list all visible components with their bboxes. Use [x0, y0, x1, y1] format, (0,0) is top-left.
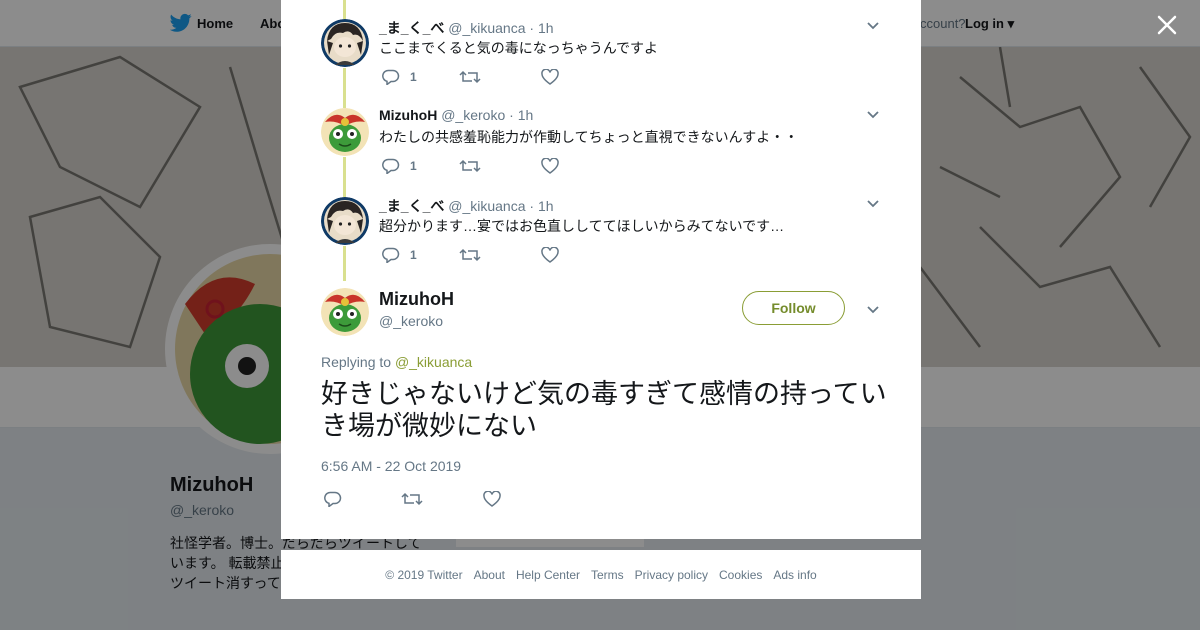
footer-link-cookies[interactable]: Cookies [719, 568, 762, 582]
reply-button[interactable]: 1 [382, 68, 417, 86]
tweet-author-handle[interactable]: @_keroko [441, 107, 505, 123]
footer-link-terms[interactable]: Terms [591, 568, 624, 582]
main-reply-button[interactable] [324, 490, 342, 508]
main-tweet-text: 好きじゃないけど気の毒すぎて感情の持っていき場が微妙にない [321, 379, 887, 441]
retweet-icon [401, 492, 423, 506]
close-icon [1157, 15, 1177, 35]
tweet-text: わたしの共感羞恥能力が作動してちょっと直視できないんすよ・・ [379, 129, 799, 145]
replying-to-handle-link[interactable]: @_kikuanca [395, 354, 472, 370]
modal-footer: © 2019 Twitter About Help Center Terms P… [281, 550, 921, 599]
retweet-button[interactable] [459, 157, 481, 175]
follow-button[interactable]: Follow [742, 291, 845, 325]
main-tweet-menu-chevron-down-icon[interactable] [866, 305, 880, 315]
reply-count: 1 [410, 159, 417, 173]
heart-icon [483, 491, 501, 507]
reply-icon [382, 69, 400, 85]
main-tweet-avatar[interactable] [321, 288, 369, 336]
tweet-avatar[interactable] [321, 19, 369, 67]
tweet-author-handle[interactable]: @_kikuanca [448, 20, 525, 36]
reply-button[interactable]: 1 [382, 157, 417, 175]
footer-link-ads-info[interactable]: Ads info [773, 568, 816, 582]
like-button[interactable] [541, 157, 559, 175]
retweet-button[interactable] [459, 68, 481, 86]
footer-link-about[interactable]: About [474, 568, 505, 582]
tweet-author-name[interactable]: _ま_く_べ [379, 20, 444, 36]
footer-copyright: © 2019 Twitter [385, 567, 463, 582]
tweet-author-name[interactable]: MizuhoH [379, 107, 437, 123]
heart-icon [541, 247, 559, 263]
tweet-author-handle[interactable]: @_kikuanca [448, 198, 525, 214]
heart-icon [541, 69, 559, 85]
reply-icon [324, 491, 342, 507]
tweet-avatar[interactable] [321, 197, 369, 245]
tweet-text: 超分かります…宴ではお色直ししててほしいからみてないです… [379, 218, 785, 234]
footer-link-help-center[interactable]: Help Center [516, 568, 580, 582]
tweet-permalink-modal: _ま_く_べ @_kikuanca · 1h ここまでくると気の毒になっちゃうん… [281, 0, 921, 539]
thread-connector [343, 0, 346, 19]
footer-link-privacy-policy[interactable]: Privacy policy [635, 568, 708, 582]
like-button[interactable] [541, 68, 559, 86]
tweet-menu-chevron-down-icon[interactable] [866, 21, 880, 31]
reply-count: 1 [410, 248, 417, 262]
main-tweet-author-name[interactable]: MizuhoH [379, 289, 454, 310]
like-button[interactable] [541, 246, 559, 264]
close-modal-button[interactable] [1154, 12, 1180, 38]
retweet-icon [459, 248, 481, 262]
thread-connector [343, 246, 346, 281]
main-tweet-author-handle[interactable]: @_keroko [379, 313, 443, 329]
tweet-time[interactable]: · 1h [529, 20, 553, 36]
tweet-text: ここまでくると気の毒になっちゃうんですよ [379, 40, 659, 56]
thread-connector [343, 157, 346, 197]
heart-icon [541, 158, 559, 174]
retweet-button[interactable] [459, 246, 481, 264]
main-retweet-button[interactable] [401, 490, 423, 508]
reply-icon [382, 158, 400, 174]
tweet-time[interactable]: · 1h [529, 198, 553, 214]
main-like-button[interactable] [483, 490, 501, 508]
tweet-time[interactable]: · 1h [509, 107, 533, 123]
replying-to-line: Replying to @_kikuanca [321, 354, 472, 370]
tweet-author-name[interactable]: _ま_く_べ [379, 198, 444, 214]
tweet-menu-chevron-down-icon[interactable] [866, 110, 880, 120]
replying-to-prefix: Replying to [321, 354, 392, 370]
tweet-menu-chevron-down-icon[interactable] [866, 199, 880, 209]
retweet-icon [459, 70, 481, 84]
thread-connector [343, 68, 346, 108]
main-tweet-timestamp[interactable]: 6:56 AM - 22 Oct 2019 [321, 458, 461, 474]
reply-button[interactable]: 1 [382, 246, 417, 264]
reply-count: 1 [410, 70, 417, 84]
tweet-avatar[interactable] [321, 108, 369, 156]
reply-icon [382, 247, 400, 263]
retweet-icon [459, 159, 481, 173]
